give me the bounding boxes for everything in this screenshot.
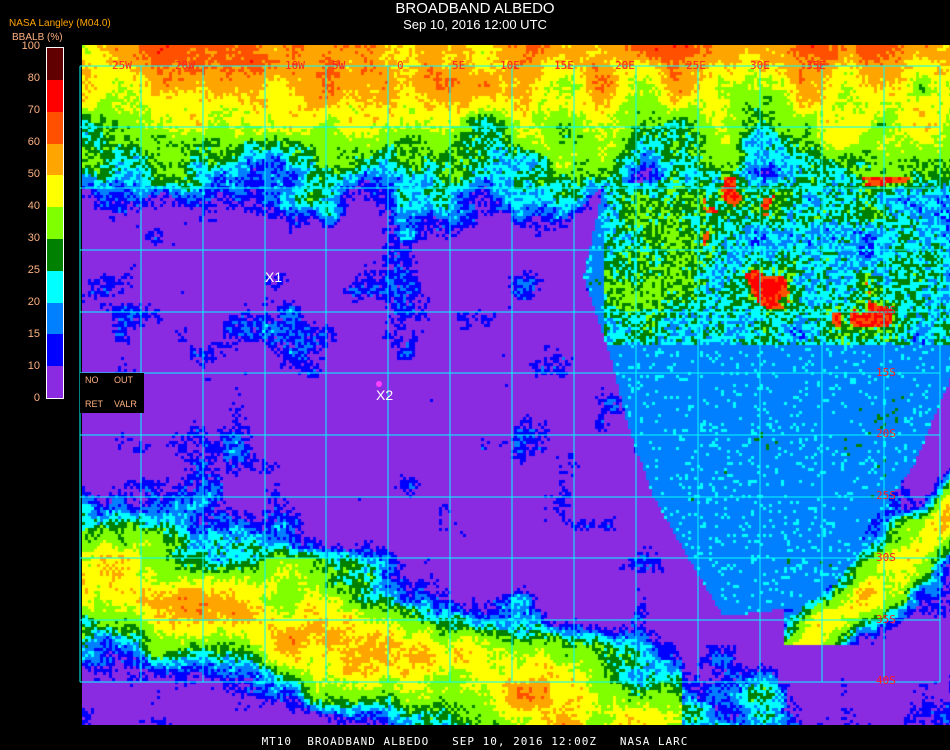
lon-label: 10W — [285, 59, 305, 72]
lon-label: 25E — [686, 59, 706, 72]
lat-label: 30S — [876, 550, 896, 564]
lat-label: 25S — [876, 489, 896, 503]
no-data-legend: NO OUT RET VALR — [80, 373, 144, 413]
lon-label: 30E — [750, 59, 770, 72]
lon-label: 20E — [615, 59, 635, 72]
ret-label: RET — [85, 399, 103, 409]
lat-label: 40S — [876, 674, 896, 688]
lon-label: 20W — [175, 59, 195, 72]
footer-caption: MT10 BROADBAND ALBEDO SEP 10, 2016 12:00… — [261, 735, 689, 748]
lon-label: 15E — [554, 59, 574, 72]
lon-label: 25W — [112, 59, 132, 72]
albedo-viewer: BROADBAND ALBEDO Sep 10, 2016 12:00 UTC … — [0, 0, 950, 750]
marker-x2[interactable]: X2 — [376, 387, 393, 403]
valr-label: VALR — [114, 399, 137, 409]
lon-label: 10E — [500, 59, 520, 72]
lon-label: 5E — [452, 59, 466, 72]
lat-label: 15S — [876, 365, 896, 379]
marker-x1[interactable]: X1 — [265, 269, 282, 285]
no-label: NO — [85, 375, 99, 385]
lon-label: 5W — [332, 59, 346, 72]
out-label: OUT — [114, 375, 133, 385]
lat-label: 20S — [876, 427, 896, 441]
lon-label: 35E — [806, 59, 826, 72]
lat-label: 10S — [876, 304, 896, 317]
lon-label: 0 — [397, 59, 404, 72]
lat-label: 35S — [876, 612, 896, 626]
